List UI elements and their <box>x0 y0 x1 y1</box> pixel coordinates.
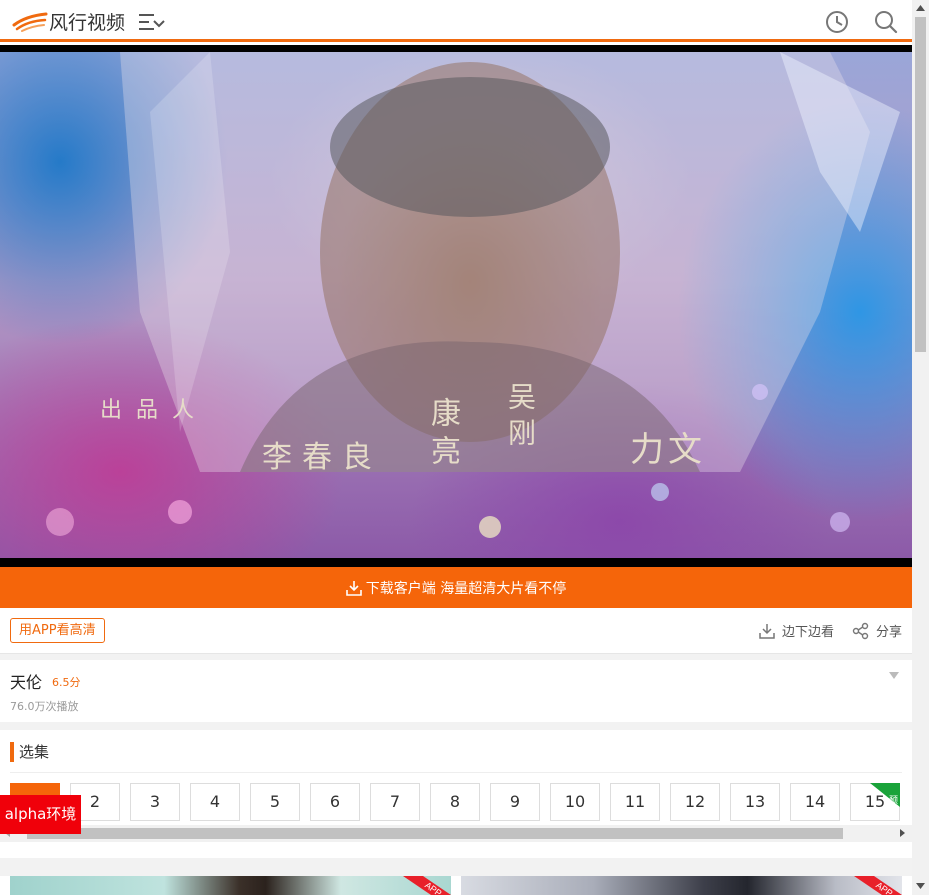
credit-line: 出品人 <box>100 398 209 423</box>
credit-line: 吴刚 <box>504 382 537 454</box>
episode-number: 11 <box>624 792 646 811</box>
video-score: 6.5分 <box>52 676 81 689</box>
episode-number: 5 <box>269 792 281 811</box>
logo-icon <box>12 12 48 32</box>
recommendation-card[interactable]: APP <box>10 876 451 895</box>
search-icon[interactable] <box>873 9 899 35</box>
episode-number: 4 <box>209 792 221 811</box>
episode-button[interactable]: 14 <box>790 783 840 821</box>
menu-icon[interactable] <box>137 11 167 33</box>
scroll-right-icon[interactable] <box>898 829 906 837</box>
episode-number: 3 <box>149 792 161 811</box>
app-badge: APP <box>854 876 902 895</box>
side-watch-button[interactable]: 边下边看 <box>758 621 834 640</box>
episode-list: 2 3 4 5 6 7 8 9 10 11 12 13 14 15 预 <box>10 783 912 821</box>
horizontal-scrollbar[interactable] <box>0 825 912 842</box>
episode-button[interactable]: 5 <box>250 783 300 821</box>
logo[interactable]: 风行视频 <box>12 9 126 34</box>
video-frame-art <box>46 52 900 538</box>
header: 风行视频 <box>0 0 912 42</box>
divider <box>0 722 912 730</box>
episode-button[interactable]: 9 <box>490 783 540 821</box>
download-banner[interactable]: 下载客户端 海量超清大片看不停 <box>0 567 912 608</box>
app-badge: APP <box>403 876 451 895</box>
app-hd-button[interactable]: 用APP看高清 <box>10 618 105 643</box>
share-button[interactable]: 分享 <box>852 621 902 640</box>
episode-button[interactable]: 11 <box>610 783 660 821</box>
video-player[interactable]: 出品人 李春良 康亮 吴刚 力文 <box>0 45 912 567</box>
app-badge-text: APP <box>874 880 894 895</box>
preview-badge-text: 预 <box>888 796 898 806</box>
video-info: 天伦 6.5分 76.0万次播放 <box>0 660 912 722</box>
share-icon <box>852 622 869 639</box>
scroll-down-icon[interactable] <box>916 882 925 890</box>
divider <box>0 858 912 876</box>
credit-line: 李春良 <box>262 440 382 475</box>
episode-number: 10 <box>564 792 586 811</box>
episode-number: 12 <box>684 792 706 811</box>
episode-button[interactable]: 3 <box>130 783 180 821</box>
episode-button[interactable]: 4 <box>190 783 240 821</box>
episode-number: 7 <box>389 792 401 811</box>
environment-tag: alpha环境 <box>0 795 81 834</box>
episode-number: 13 <box>744 792 766 811</box>
download-icon <box>759 623 775 639</box>
episode-number: 2 <box>89 792 101 811</box>
video-title: 天伦 <box>10 673 43 692</box>
scrollbar-thumb[interactable] <box>915 17 926 352</box>
play-count: 76.0万次播放 <box>10 700 79 713</box>
logo-text: 风行视频 <box>49 11 126 34</box>
download-banner-text: 下载客户端 海量超清大片看不停 <box>365 580 567 597</box>
share-label: 分享 <box>876 625 903 640</box>
episode-button[interactable]: 10 <box>550 783 600 821</box>
episode-button[interactable]: 7 <box>370 783 420 821</box>
side-watch-label: 边下边看 <box>782 625 835 640</box>
credit-line: 康亮 <box>425 397 460 473</box>
episode-number: 8 <box>449 792 461 811</box>
episode-button[interactable]: 15 预 <box>850 783 900 821</box>
divider <box>10 772 902 773</box>
episode-number: 14 <box>804 792 826 811</box>
download-icon <box>345 580 362 596</box>
episode-button[interactable]: 13 <box>730 783 780 821</box>
action-row: 用APP看高清 边下边看 分享 <box>0 608 912 654</box>
recommendation-card[interactable]: APP <box>461 876 902 895</box>
scroll-up-icon[interactable] <box>916 4 925 12</box>
app-badge-text: APP <box>423 880 443 895</box>
scrollbar-thumb[interactable] <box>27 828 843 839</box>
episode-button[interactable]: 8 <box>430 783 480 821</box>
episode-number: 6 <box>329 792 341 811</box>
episode-number: 9 <box>509 792 521 811</box>
episode-section: 选集 2 3 4 5 6 7 8 9 10 11 12 13 14 15 预 <box>0 730 912 858</box>
preview-badge: 预 <box>870 783 900 807</box>
expand-arrow-icon[interactable] <box>889 672 899 679</box>
video-frame: 出品人 李春良 康亮 吴刚 力文 <box>0 52 912 558</box>
history-icon[interactable] <box>824 9 850 35</box>
vertical-scrollbar[interactable] <box>912 0 929 895</box>
episode-button[interactable]: 12 <box>670 783 720 821</box>
credit-line: 力文 <box>630 430 706 470</box>
episode-heading: 选集 <box>10 742 49 762</box>
page: 风行视频 出品人 李春良 康亮 吴刚 力文 下载客户端 海量超清大片看不停 用A… <box>0 0 912 895</box>
episode-button[interactable]: 6 <box>310 783 360 821</box>
